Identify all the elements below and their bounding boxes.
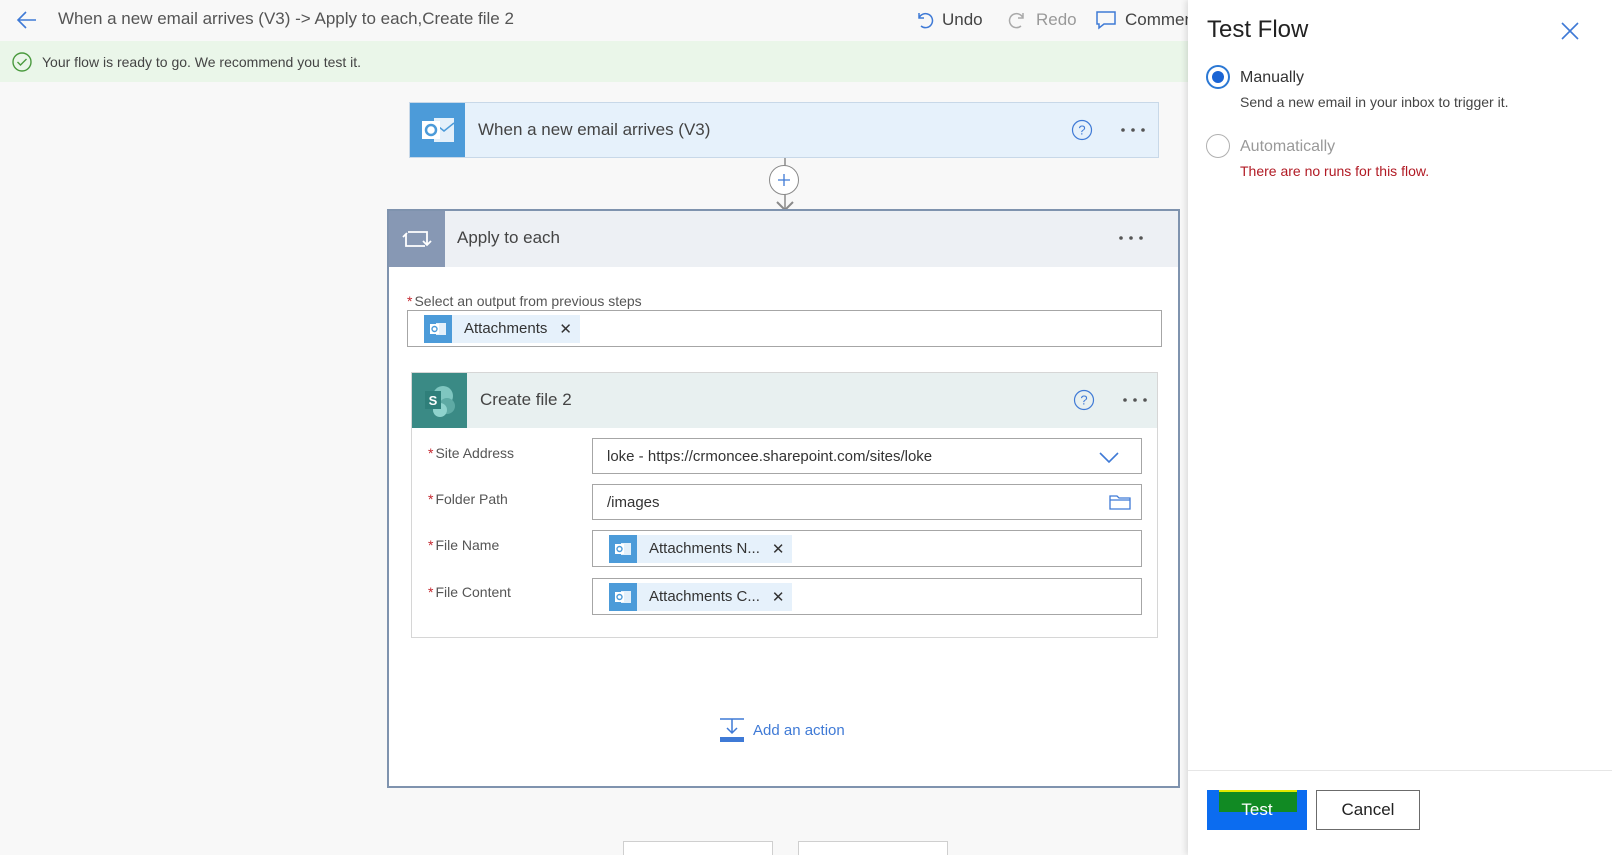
folder-path-label: * Folder Path (428, 491, 508, 507)
more-options-icon[interactable] (1118, 117, 1148, 143)
panel-divider (1188, 770, 1612, 771)
create-file-header[interactable]: S Create file 2 ? (412, 373, 1157, 428)
more-options-icon[interactable] (1116, 225, 1146, 251)
undo-label: Undo (942, 10, 983, 29)
undo-icon (918, 12, 934, 29)
redo-button[interactable]: Redo (1008, 7, 1077, 33)
test-flow-panel: Test Flow Manually Send a new email in y… (1188, 0, 1612, 855)
trigger-card[interactable]: When a new email arrives (V3) ? (409, 102, 1159, 158)
remove-token-icon[interactable]: ✕ (559, 320, 572, 338)
loop-icon (389, 211, 445, 267)
test-button[interactable]: Test (1207, 790, 1307, 830)
attachments-content-token: Attachments C... ✕ (609, 582, 793, 611)
select-output-input[interactable]: Attachments ✕ (407, 310, 1162, 347)
file-name-label: * File Name (428, 537, 500, 553)
svg-text:S: S (428, 393, 437, 408)
sharepoint-icon: S (412, 373, 467, 428)
help-icon[interactable]: ? (1071, 119, 1093, 141)
add-action-label: Add an action (753, 721, 845, 739)
redo-icon (1008, 12, 1024, 29)
comments-button[interactable]: Commen (1095, 7, 1194, 33)
back-arrow-icon[interactable] (14, 7, 40, 33)
manual-radio[interactable] (1206, 65, 1230, 89)
check-circle-icon (12, 51, 32, 72)
cancel-button[interactable]: Cancel (1316, 790, 1420, 830)
select-output-label: * Select an output from previous steps (407, 293, 642, 309)
folder-path-value: /images (607, 493, 660, 511)
apply-to-each-card: Apply to each * Select an output from pre… (387, 209, 1180, 788)
comments-label: Commen (1125, 10, 1194, 29)
save-ghost[interactable] (798, 841, 948, 855)
site-address-label: * Site Address (428, 445, 515, 461)
undo-button[interactable]: Undo (914, 7, 983, 33)
banner-message: Your flow is ready to go. We recommend y… (42, 53, 362, 70)
manual-description: Send a new email in your inbox to trigge… (1240, 94, 1509, 110)
manual-label[interactable]: Manually (1240, 69, 1304, 87)
apply-to-each-title: Apply to each (457, 228, 561, 247)
new-step-ghost[interactable] (623, 841, 773, 855)
outlook-icon (609, 582, 637, 611)
redo-label: Redo (1036, 10, 1077, 29)
plus-icon (778, 174, 790, 186)
outlook-icon (424, 314, 452, 343)
chevron-down-icon (1099, 452, 1119, 464)
comment-icon (1096, 11, 1116, 30)
svg-text:?: ? (1080, 393, 1087, 408)
panel-title: Test Flow (1207, 16, 1309, 43)
create-file-title: Create file 2 (480, 390, 572, 409)
more-options-icon[interactable] (1120, 387, 1150, 413)
svg-text:?: ? (1078, 123, 1085, 138)
token-label: Attachments C... (649, 588, 760, 605)
add-action-icon (720, 718, 744, 742)
file-name-input[interactable]: Attachments N... ✕ (592, 530, 1142, 567)
automatic-radio[interactable] (1206, 134, 1230, 158)
test-button-label: Test (1241, 800, 1273, 819)
site-address-value: loke - https://crmoncee.sharepoint.com/s… (607, 447, 933, 465)
folder-icon[interactable] (1109, 493, 1131, 511)
outlook-icon (410, 103, 465, 157)
help-icon[interactable]: ? (1073, 389, 1095, 411)
token-label: Attachments (464, 320, 548, 337)
no-runs-error: There are no runs for this flow. (1240, 163, 1430, 179)
add-action-button[interactable]: Add an action (719, 717, 845, 743)
insert-step-button[interactable] (769, 165, 799, 195)
folder-path-input[interactable]: /images (592, 484, 1142, 520)
trigger-title: When a new email arrives (V3) (478, 120, 711, 139)
attachments-name-token: Attachments N... ✕ (609, 534, 793, 563)
close-icon[interactable] (1559, 20, 1581, 42)
create-file-card: S Create file 2 ? * Site Address loke - h… (411, 372, 1158, 638)
cancel-button-label: Cancel (1341, 800, 1395, 819)
file-content-input[interactable]: Attachments C... ✕ (592, 578, 1142, 615)
remove-token-icon[interactable]: ✕ (772, 540, 785, 558)
file-content-label: * File Content (428, 584, 511, 600)
designer-toolbar: When a new email arrives (V3) -> Apply t… (0, 0, 1194, 41)
apply-to-each-header[interactable]: Apply to each (389, 211, 1178, 267)
outlook-icon (609, 534, 637, 563)
site-address-dropdown[interactable]: loke - https://crmoncee.sharepoint.com/s… (592, 438, 1142, 474)
ready-banner: Your flow is ready to go. We recommend y… (0, 41, 1188, 82)
token-label: Attachments N... (649, 540, 760, 557)
flow-title: When a new email arrives (V3) -> Apply t… (58, 9, 514, 28)
remove-token-icon[interactable]: ✕ (772, 588, 785, 606)
attachments-token: Attachments ✕ (424, 314, 580, 343)
automatic-label[interactable]: Automatically (1240, 138, 1335, 156)
